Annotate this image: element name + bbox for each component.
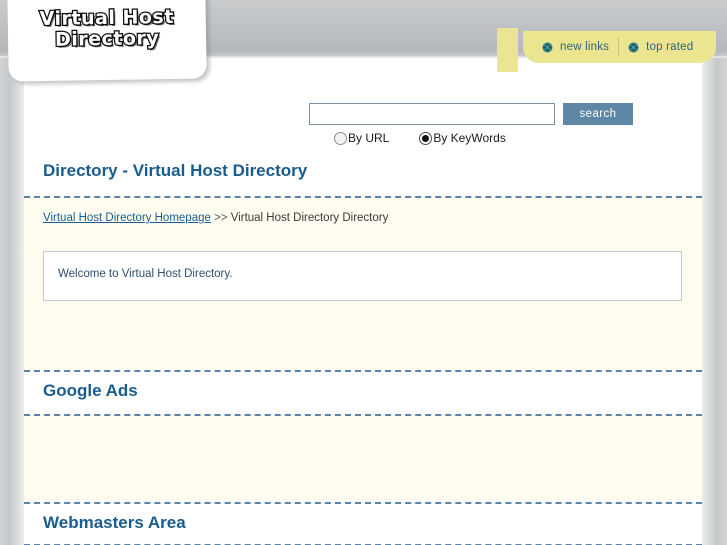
webmasters-heading-region: Webmasters Area (24, 502, 702, 544)
page-title: Directory - Virtual Host Directory (43, 161, 308, 180)
breadcrumb-region: Virtual Host Directory Homepage >> Virtu… (24, 196, 702, 251)
nav-label-top-rated: top rated (646, 41, 694, 53)
ads-body-content (24, 416, 702, 496)
radio-by-keywords-label: By KeyWords (433, 131, 506, 145)
radio-by-url[interactable]: By URL (334, 131, 389, 145)
search-mode-options: By URL By KeyWords (334, 131, 506, 145)
breadcrumb-home-link[interactable]: Virtual Host Directory Homepage (43, 212, 211, 224)
page-root: Virtual Host Directory new links top rat… (0, 0, 727, 545)
page-title-region: Directory - Virtual Host Directory (24, 154, 702, 194)
search-button[interactable]: search (563, 103, 633, 125)
breadcrumb: Virtual Host Directory Homepage >> Virtu… (24, 198, 702, 224)
search-form: search (309, 103, 633, 125)
welcome-text: Welcome to Virtual Host Directory. (58, 268, 233, 280)
nav-item-new-links[interactable]: new links (533, 41, 618, 53)
nav-label-new-links: new links (560, 41, 610, 53)
right-gutter (702, 0, 727, 545)
breadcrumb-separator: >> (210, 212, 231, 224)
breadcrumb-current: Virtual Host Directory Directory (230, 212, 389, 224)
ads-heading: Google Ads (43, 381, 138, 400)
radio-by-url-dot[interactable] (334, 131, 347, 145)
search-input[interactable] (309, 103, 555, 125)
logo-text: Virtual Host Directory (8, 5, 207, 52)
ads-body-region (24, 414, 702, 500)
nav-accent-block (497, 28, 518, 72)
ads-heading-region: Google Ads (24, 370, 702, 412)
webmasters-heading: Webmasters Area (43, 513, 186, 532)
divider-above-breadcrumb (24, 196, 702, 198)
divider-above-webmasters-heading (24, 502, 702, 504)
left-gutter (0, 0, 24, 545)
radio-by-keywords-dot[interactable] (419, 131, 433, 145)
nav-item-top-rated[interactable]: top rated (619, 41, 702, 53)
welcome-box: Welcome to Virtual Host Directory. (43, 251, 682, 301)
divider-above-ads-body (24, 414, 702, 416)
burst-icon (542, 41, 553, 53)
logo-line-2: Directory (54, 26, 161, 52)
radio-by-keywords[interactable]: By KeyWords (419, 131, 506, 145)
site-logo[interactable]: Virtual Host Directory (7, 0, 207, 82)
top-navigation: new links top rated (523, 31, 717, 63)
burst-icon (628, 41, 639, 53)
welcome-region: Welcome to Virtual Host Directory. (24, 251, 702, 370)
main-content: search By URL By KeyWords Directory - Vi… (24, 58, 702, 545)
divider-above-ads-heading (24, 370, 702, 372)
radio-by-url-label: By URL (348, 131, 390, 145)
